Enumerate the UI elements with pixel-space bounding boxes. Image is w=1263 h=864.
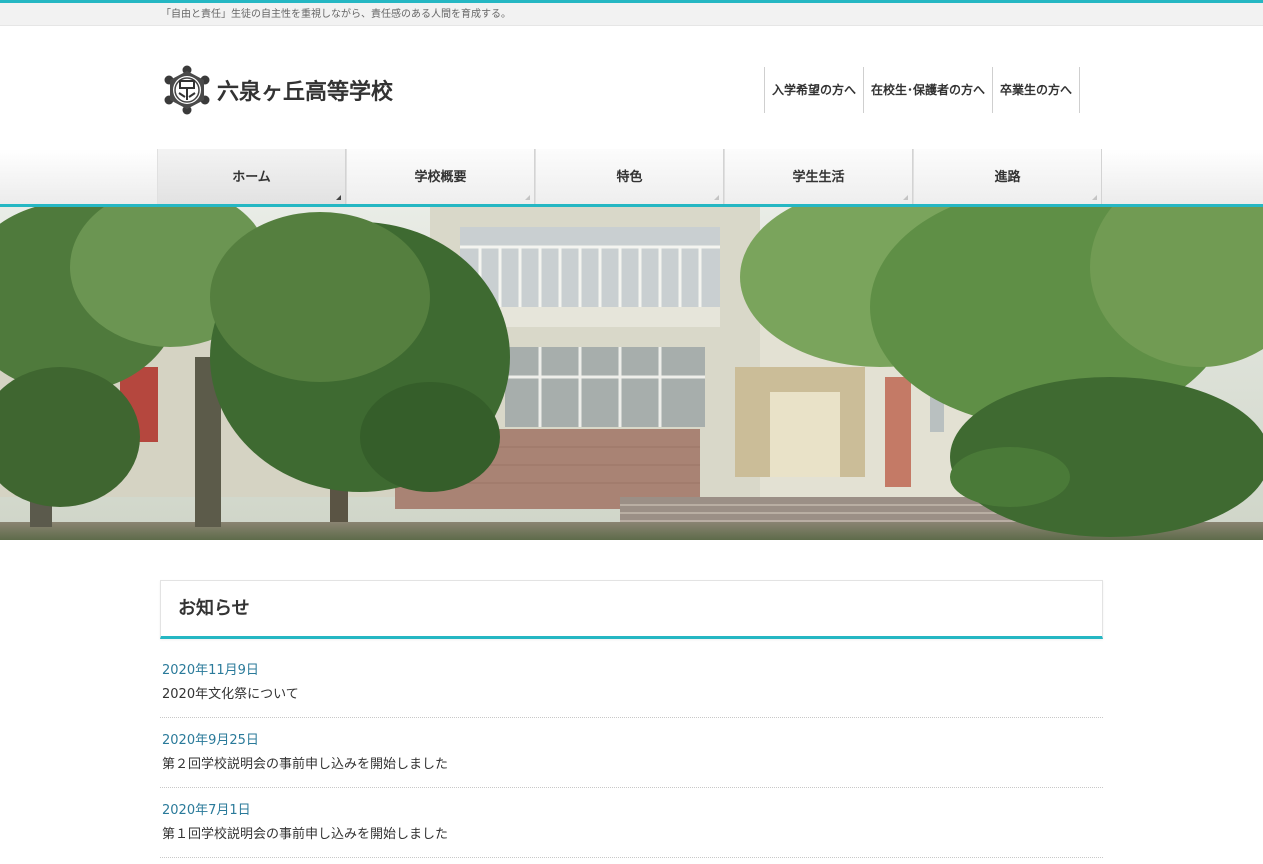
corner-indicator-icon: [903, 195, 908, 200]
news-list: 2020年11月9日 2020年文化祭について 2020年9月25日 第２回学校…: [160, 661, 1103, 858]
news-item[interactable]: 2020年11月9日 2020年文化祭について: [160, 661, 1103, 718]
corner-indicator-icon: [714, 195, 719, 200]
nav-student-life-label: 学生生活: [792, 170, 845, 185]
hero-school-building-image: [0, 207, 1263, 540]
news-item[interactable]: 2020年9月25日 第２回学校説明会の事前申し込みを開始しました: [160, 731, 1103, 788]
school-name: 六泉ヶ丘高等学校: [217, 79, 394, 105]
news-date: 2020年9月25日: [162, 733, 259, 748]
hero-illustration: [0, 207, 1263, 540]
global-navigation: ホーム 学校概要 特色 学生生活 進路: [0, 149, 1263, 207]
nav-features[interactable]: 特色: [535, 149, 724, 204]
site-tagline: 「自由と責任」生徒の自主性を重視しながら、責任感のある人間を育成する。: [161, 9, 511, 20]
news-item[interactable]: 2020年7月1日 第１回学校説明会の事前申し込みを開始しました: [160, 801, 1103, 858]
nav-home[interactable]: ホーム: [157, 149, 346, 204]
link-current-students-parents[interactable]: 在校生･保護者の方へ: [863, 67, 992, 113]
nav-school-overview[interactable]: 学校概要: [346, 149, 535, 204]
corner-indicator-icon: [336, 195, 341, 200]
news-heading: お知らせ: [178, 598, 250, 619]
link-graduates[interactable]: 卒業生の方へ: [992, 67, 1081, 113]
link-prospective-students[interactable]: 入学希望の方へ: [764, 67, 863, 113]
news-date: 2020年11月9日: [162, 663, 259, 678]
corner-indicator-icon: [525, 195, 530, 200]
corner-indicator-icon: [1092, 195, 1097, 200]
news-title-link[interactable]: 2020年文化祭について: [162, 685, 1102, 705]
news-title-link[interactable]: 第１回学校説明会の事前申し込みを開始しました: [162, 825, 1102, 845]
nav-career[interactable]: 進路: [913, 149, 1102, 204]
nav-home-label: ホーム: [232, 170, 271, 185]
nav-career-label: 進路: [994, 170, 1021, 185]
site-logo-link[interactable]: 六泉ヶ丘高等学校: [161, 64, 393, 116]
header-quick-links: 入学希望の方へ 在校生･保護者の方へ 卒業生の方へ: [764, 67, 1081, 113]
news-panel-header: お知らせ: [160, 580, 1103, 639]
tagline-bar: 「自由と責任」生徒の自主性を重視しながら、責任感のある人間を育成する。: [0, 3, 1263, 26]
nav-school-overview-label: 学校概要: [414, 170, 467, 185]
nav-features-label: 特色: [616, 170, 643, 185]
main-content: お知らせ 2020年11月9日 2020年文化祭について 2020年9月25日 …: [160, 580, 1103, 858]
school-crest-icon: [164, 65, 210, 115]
site-header: 六泉ヶ丘高等学校 入学希望の方へ 在校生･保護者の方へ 卒業生の方へ: [0, 26, 1263, 149]
nav-student-life[interactable]: 学生生活: [724, 149, 913, 204]
news-title-link[interactable]: 第２回学校説明会の事前申し込みを開始しました: [162, 755, 1102, 775]
news-date: 2020年7月1日: [162, 803, 251, 818]
